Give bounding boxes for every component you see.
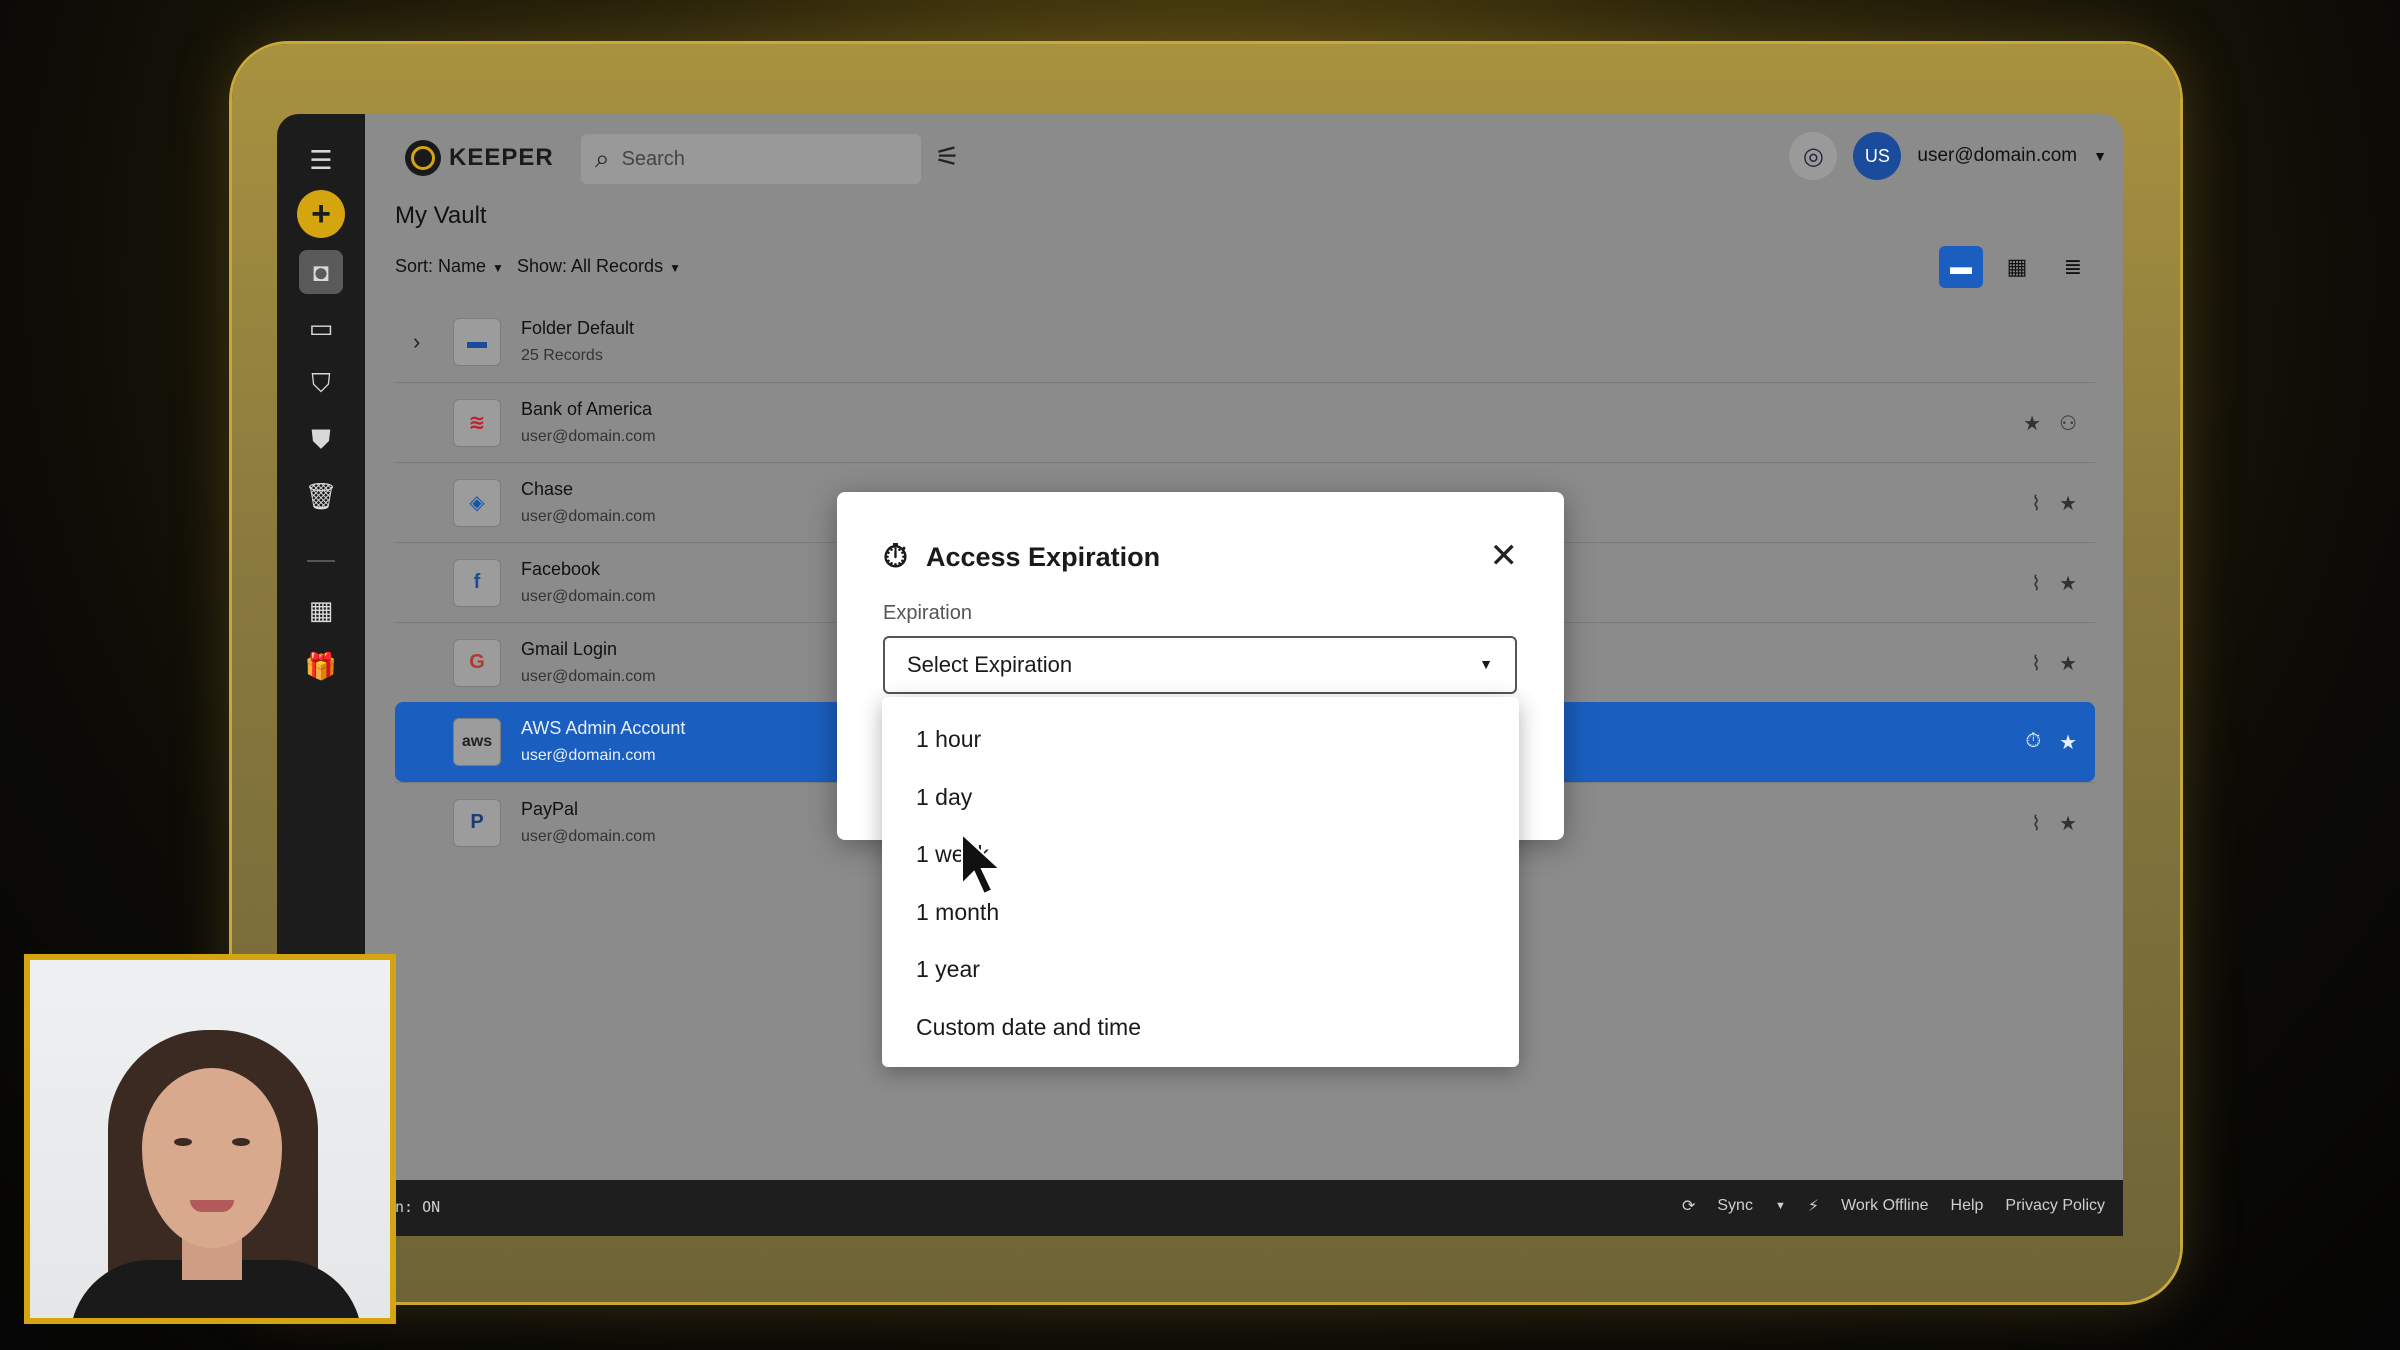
folder-view-icon[interactable]: ▬: [1939, 246, 1983, 288]
vault-icon[interactable]: ◘: [299, 250, 343, 294]
menu-icon[interactable]: ☰: [299, 138, 343, 182]
filter-sliders-icon[interactable]: ⚟: [935, 140, 960, 173]
add-record-button[interactable]: +: [297, 190, 345, 238]
chase-logo: ◈: [453, 478, 501, 527]
option-1-year[interactable]: 1 year: [882, 941, 1519, 999]
security-shield-icon[interactable]: ⛉: [299, 362, 343, 406]
star-icon[interactable]: ★: [2059, 651, 2077, 676]
search-input[interactable]: ⌕ Search: [581, 134, 921, 184]
list-view-icon[interactable]: ≣: [2051, 246, 2095, 288]
trash-icon[interactable]: 🗑: [299, 474, 343, 518]
status-text: n: ON: [395, 1198, 441, 1216]
payment-card-icon[interactable]: ▭: [299, 306, 343, 350]
gift-icon[interactable]: 🎁: [299, 644, 343, 688]
list-item[interactable]: › ▬ Folder Default 25 Records: [395, 302, 2095, 382]
user-email[interactable]: user@domain.com: [1917, 145, 2077, 167]
lightning-icon: ⚡: [1807, 1198, 1820, 1215]
search-icon: ⌕: [595, 143, 610, 173]
mouse-cursor-icon: [961, 832, 1003, 896]
top-right-controls: ◎ US user@domain.com ▼: [1789, 132, 2107, 180]
option-1-day[interactable]: 1 day: [882, 769, 1519, 827]
attachment-icon[interactable]: ⌇: [2031, 811, 2041, 836]
shared-users-icon[interactable]: ⚇: [2059, 411, 2077, 436]
stopwatch-icon: ⏱: [883, 538, 908, 574]
close-icon[interactable]: ✕: [1490, 536, 1519, 576]
option-1-hour[interactable]: 1 hour: [882, 711, 1519, 769]
privacy-policy-link[interactable]: Privacy Policy: [2005, 1197, 2105, 1215]
chevron-down-icon: ▼: [669, 261, 681, 275]
page-title: My Vault: [395, 202, 487, 229]
show-filter-dropdown[interactable]: Show: All Records ▼: [517, 256, 681, 277]
attachment-icon[interactable]: ⌇: [2031, 571, 2041, 596]
security-status-icon[interactable]: ◎: [1789, 132, 1838, 180]
view-toggle: ▬ ▦ ≣: [1939, 246, 2095, 288]
sort-dropdown[interactable]: Sort: Name ▼: [395, 256, 504, 277]
expiration-label: Expiration: [883, 602, 972, 624]
sidebar-divider: [307, 560, 335, 562]
star-icon[interactable]: ★: [2023, 411, 2041, 436]
star-icon[interactable]: ★: [2059, 491, 2077, 516]
apps-grid-icon[interactable]: ▦: [299, 588, 343, 632]
facebook-logo: f: [453, 558, 501, 607]
list-item[interactable]: ≋ Bank of America user@domain.com ★ ⚇: [395, 382, 2095, 462]
star-icon[interactable]: ★: [2059, 571, 2077, 596]
chevron-down-icon[interactable]: ▼: [2093, 148, 2107, 164]
dialog-title: Access Expiration: [925, 541, 1161, 572]
chevron-right-icon[interactable]: ›: [413, 329, 420, 355]
help-link[interactable]: Help: [1951, 1197, 1984, 1215]
timer-icon[interactable]: ⏱: [2025, 730, 2041, 755]
work-offline-link[interactable]: Work Offline: [1841, 1197, 1928, 1215]
chevron-down-icon: ▼: [492, 261, 504, 275]
attachment-icon[interactable]: ⌇: [2031, 491, 2041, 516]
aws-logo: aws: [453, 718, 501, 766]
chevron-down-icon[interactable]: ▼: [1775, 1200, 1786, 1212]
google-logo: G: [453, 638, 501, 687]
attachment-icon[interactable]: ⌇: [2031, 651, 2041, 676]
keeper-logo-icon: [405, 140, 441, 176]
chevron-down-icon: ▼: [1479, 656, 1493, 672]
status-bar: n: ON ⟳ Sync ▼ ⚡ Work Offline Help Priva…: [365, 1180, 2123, 1236]
paypal-logo: P: [453, 798, 501, 847]
keeper-logo: KEEPER: [405, 140, 554, 176]
option-custom-date[interactable]: Custom date and time: [882, 999, 1519, 1057]
star-icon[interactable]: ★: [2059, 730, 2077, 755]
webcam-overlay: [24, 954, 396, 1324]
sync-button[interactable]: Sync: [1717, 1197, 1753, 1215]
avatar[interactable]: US: [1853, 132, 1902, 180]
grid-view-icon[interactable]: ▦: [1995, 246, 2039, 288]
star-icon[interactable]: ★: [2059, 811, 2077, 836]
sync-icon[interactable]: ⟳: [1682, 1196, 1695, 1216]
folder-icon: ▬: [453, 318, 501, 366]
expiration-select[interactable]: Select Expiration ▼: [883, 636, 1517, 694]
breachwatch-icon[interactable]: ⛊: [299, 418, 343, 462]
bank-of-america-logo: ≋: [453, 398, 501, 447]
